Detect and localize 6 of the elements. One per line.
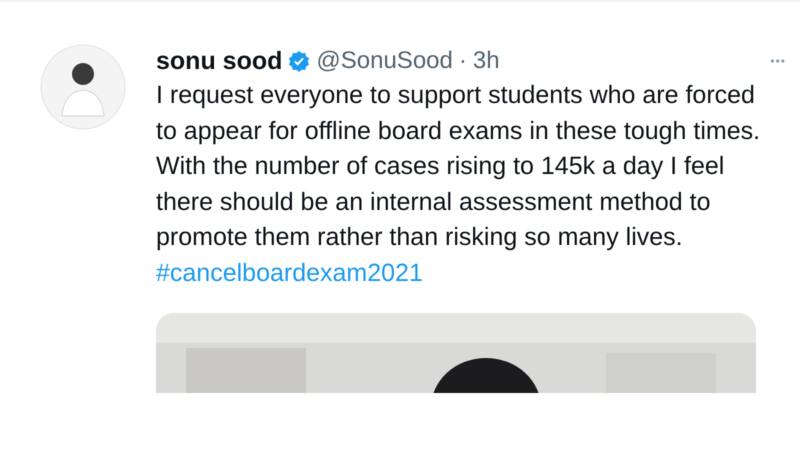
timestamp[interactable]: 3h bbox=[472, 47, 500, 75]
tweet-text: I request everyone to support students who are forced to appear for offline board exams in these tough times. With the number of cases rising to 145k a day I feel there should be an internal assessment method to promote them rather than risking so many lives. bbox=[156, 80, 762, 253]
avatar[interactable] bbox=[40, 44, 126, 130]
user-handle[interactable]: @SonuSood bbox=[316, 47, 453, 75]
separator: · bbox=[458, 47, 467, 75]
user-name[interactable]: sonu sood bbox=[156, 46, 282, 76]
